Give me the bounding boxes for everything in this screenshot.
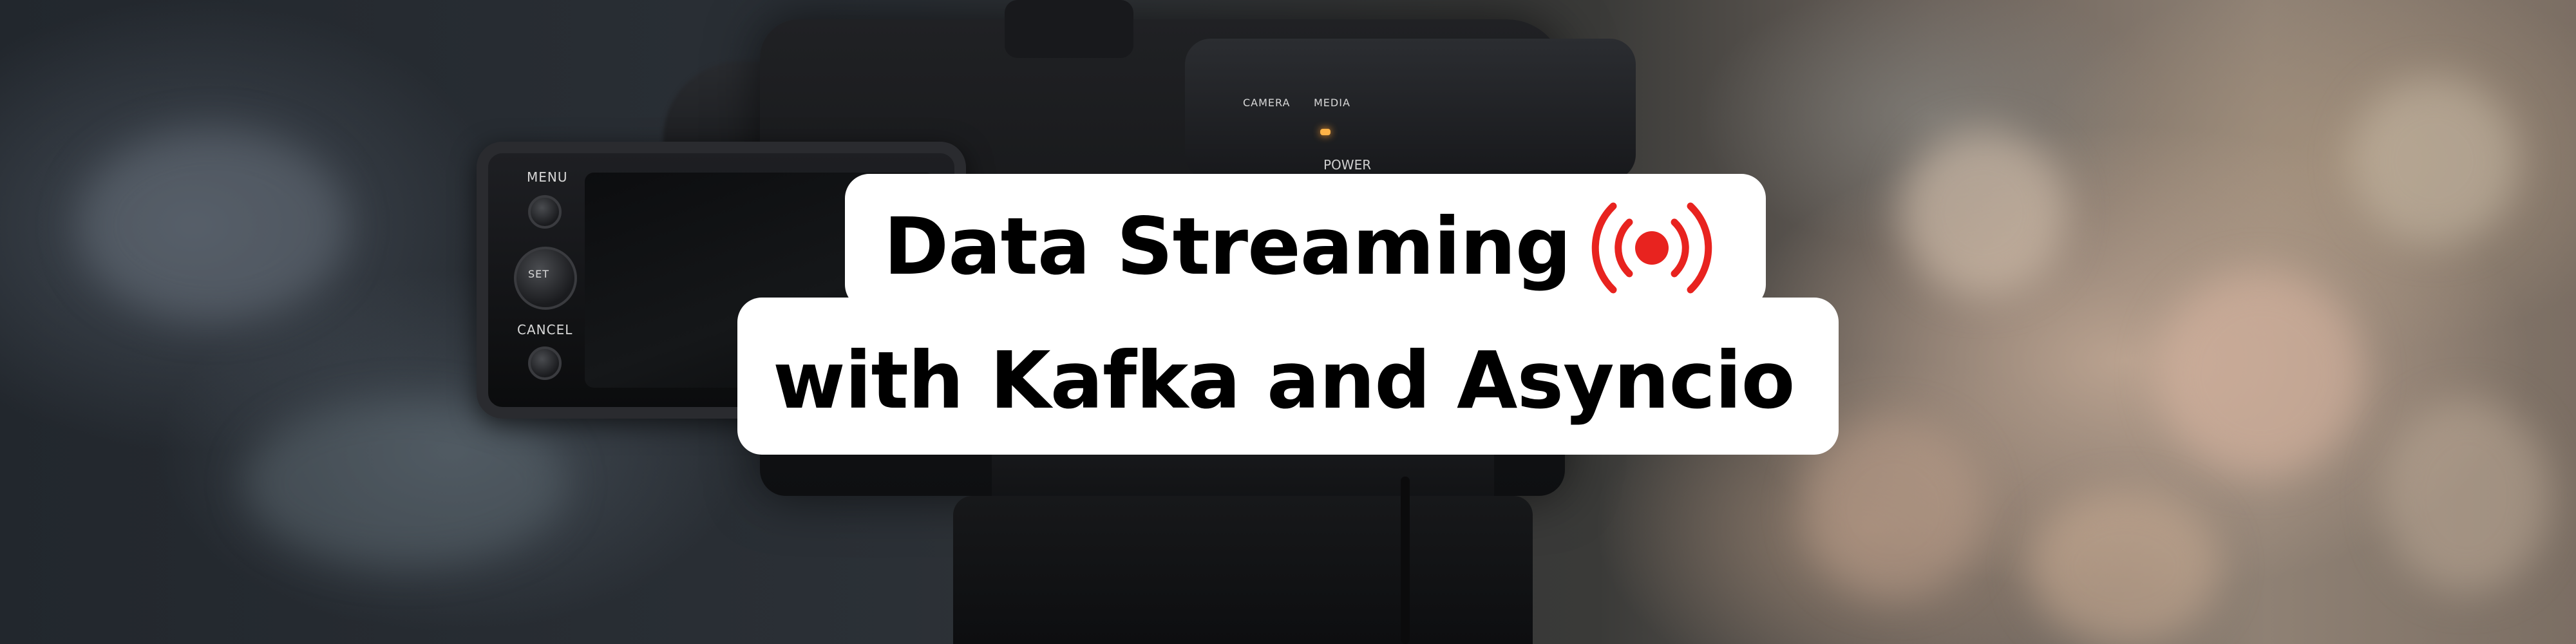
title-line-2: with Kafka and Asyncio: [773, 335, 1795, 426]
title-block: Data Streaming with Kafka and Asyncio: [0, 0, 2576, 644]
banner: CAMERA MEDIA POWER MENU SET CANCEL Data …: [0, 0, 2576, 644]
title-line-1: Data Streaming: [884, 201, 1571, 292]
broadcast-live-icon: [1591, 202, 1712, 294]
